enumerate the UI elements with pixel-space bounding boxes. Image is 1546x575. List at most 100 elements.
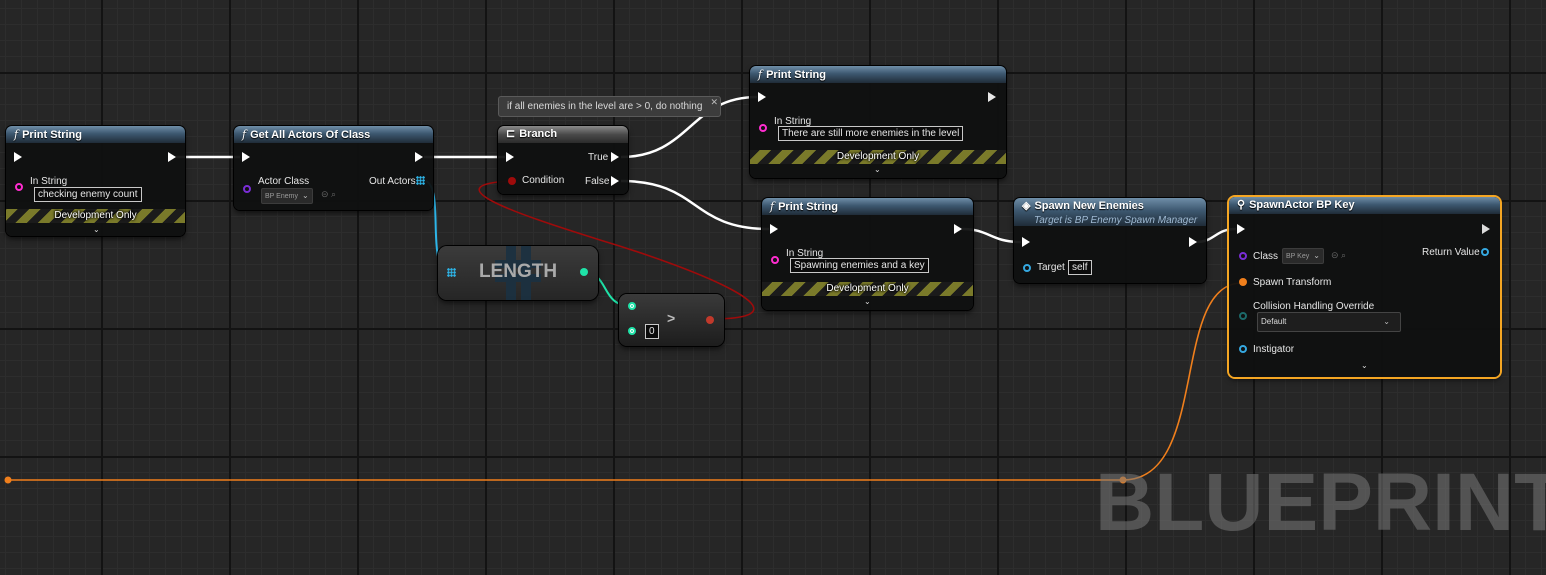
browse-icons[interactable]: ⊝ ⌕	[1331, 250, 1346, 261]
condition-label: Condition	[522, 175, 565, 186]
in-string-input[interactable]: Spawning enemies and a key	[790, 258, 929, 273]
exec-in-pin[interactable]	[758, 92, 766, 102]
chevron-down-icon: ⌄	[1313, 251, 1320, 260]
development-only-bar: Development Only	[6, 209, 185, 223]
class-pin[interactable]	[1239, 252, 1247, 260]
return-value-pin[interactable]	[1481, 248, 1489, 256]
exec-out-pin[interactable]	[1482, 224, 1490, 234]
in-string-input[interactable]: There are still more enemies in the leve…	[778, 126, 964, 141]
greater-than-symbol: >	[667, 310, 676, 326]
branch-node[interactable]: ⊏ Branch True Condition False	[498, 126, 628, 194]
exec-out-pin[interactable]	[1189, 237, 1197, 247]
exec-in-pin[interactable]	[1237, 224, 1245, 234]
array-in-pin[interactable]	[447, 268, 456, 277]
actor-class-value: BP Enemy	[265, 193, 298, 200]
expand-chevron-icon[interactable]: ⌄	[93, 225, 100, 234]
exec-out-pin[interactable]	[954, 224, 962, 234]
branch-icon: ⊏	[506, 128, 516, 140]
node-header: ⚲ SpawnActor BP Key	[1229, 197, 1500, 214]
get-all-actors-node[interactable]: f Get All Actors Of Class Actor Class BP …	[234, 126, 433, 210]
a-in-pin[interactable]	[628, 302, 636, 310]
target-label: Target	[1037, 262, 1065, 273]
class-value: BP Key	[1286, 253, 1310, 260]
node-title: SpawnActor BP Key	[1249, 199, 1355, 211]
in-string-label: In String	[30, 176, 68, 187]
browse-icons[interactable]: ⊝ ⌕	[321, 189, 336, 200]
exec-out-pin[interactable]	[415, 152, 423, 162]
spawn-new-enemies-node[interactable]: ◈ Spawn New Enemies Target is BP Enemy Sp…	[1014, 198, 1206, 283]
node-title: Spawn New Enemies	[1034, 200, 1144, 212]
spawn-actor-node[interactable]: ⚲ SpawnActor BP Key Class BP Key ⌄ ⊝ ⌕ Ret…	[1229, 197, 1500, 377]
collision-value: Default	[1261, 317, 1287, 326]
function-icon: f	[242, 128, 247, 141]
node-title: LENGTH	[478, 261, 558, 282]
print-string-node-1[interactable]: f Print String In String checking enemy c…	[6, 126, 185, 236]
chevron-down-icon: ⌄	[1383, 317, 1390, 326]
exec-in-pin[interactable]	[14, 152, 22, 162]
return-value-label: Return Value	[1422, 247, 1480, 258]
in-string-input[interactable]: checking enemy count	[34, 187, 142, 202]
event-icon: ◈	[1022, 200, 1031, 212]
development-only-bar: Development Only	[762, 282, 973, 296]
comment-bubble[interactable]: if all enemies in the level are > 0, do …	[498, 96, 721, 117]
actor-class-dropdown[interactable]: BP Enemy ⌄	[261, 188, 313, 204]
collision-pin[interactable]	[1239, 312, 1247, 320]
actor-class-label: Actor Class	[258, 176, 310, 187]
exec-out-pin[interactable]	[988, 92, 996, 102]
out-actors-label: Out Actors	[369, 176, 416, 187]
expand-chevron-icon[interactable]: ⌄	[874, 165, 881, 174]
comment-text: if all enemies in the level are > 0, do …	[507, 101, 703, 112]
in-string-pin[interactable]	[15, 183, 23, 191]
collision-label: Collision Handling Override	[1253, 301, 1375, 312]
function-icon: f	[770, 200, 775, 213]
expand-chevron-icon[interactable]: ⌄	[1361, 361, 1368, 370]
bool-out-pin[interactable]	[706, 316, 714, 324]
target-input[interactable]: self	[1068, 260, 1092, 275]
transform-wire-start-dot	[4, 476, 12, 484]
spawn-transform-label: Spawn Transform	[1253, 277, 1332, 288]
target-pin[interactable]	[1023, 264, 1031, 272]
class-dropdown[interactable]: BP Key ⌄	[1282, 248, 1324, 264]
exec-in-pin[interactable]	[770, 224, 778, 234]
node-header: f Print String	[762, 198, 973, 215]
node-title: Branch	[519, 128, 558, 140]
node-header: f Print String	[750, 66, 1006, 83]
condition-pin[interactable]	[508, 177, 516, 185]
exec-in-pin[interactable]	[242, 152, 250, 162]
out-actors-array-pin[interactable]	[416, 176, 425, 185]
exec-in-pin[interactable]	[506, 152, 514, 162]
instigator-pin[interactable]	[1239, 345, 1247, 353]
actor-class-pin[interactable]	[243, 185, 251, 193]
chevron-down-icon: ⌄	[301, 191, 309, 200]
exec-out-pin[interactable]	[168, 152, 176, 162]
class-label: Class	[1253, 251, 1279, 262]
int-out-pin[interactable]	[580, 268, 588, 276]
comment-close-icon[interactable]: ✕	[710, 92, 718, 112]
greater-than-node[interactable]: 0 >	[619, 294, 724, 346]
expand-chevron-icon[interactable]: ⌄	[864, 297, 871, 306]
collision-dropdown[interactable]: Default ⌄	[1257, 312, 1401, 332]
node-title: Print String	[22, 129, 82, 141]
b-in-pin[interactable]	[628, 327, 636, 335]
node-title: Get All Actors Of Class	[250, 129, 371, 141]
node-header: f Print String	[6, 126, 185, 143]
function-icon: f	[758, 68, 763, 81]
print-string-node-3[interactable]: f Print String In String Spawning enemies…	[762, 198, 973, 310]
in-string-pin[interactable]	[771, 256, 779, 264]
b-value-input[interactable]: 0	[645, 324, 659, 339]
node-header: ⊏ Branch	[498, 126, 628, 143]
function-icon: f	[14, 128, 19, 141]
spawn-icon: ⚲	[1237, 199, 1246, 211]
exec-in-pin[interactable]	[1022, 237, 1030, 247]
print-string-node-2[interactable]: f Print String In String There are still …	[750, 66, 1006, 178]
true-label: True	[588, 152, 609, 163]
node-subtitle: Target is BP Enemy Spawn Manager	[1034, 215, 1198, 226]
development-only-bar: Development Only	[750, 150, 1006, 164]
spawn-transform-pin[interactable]	[1239, 278, 1247, 286]
true-exec-out-pin[interactable]	[611, 152, 619, 162]
false-exec-out-pin[interactable]	[611, 176, 619, 186]
length-node[interactable]: LENGTH	[438, 246, 598, 300]
node-title: Print String	[778, 201, 838, 213]
node-title: Print String	[766, 69, 826, 81]
in-string-pin[interactable]	[759, 124, 767, 132]
